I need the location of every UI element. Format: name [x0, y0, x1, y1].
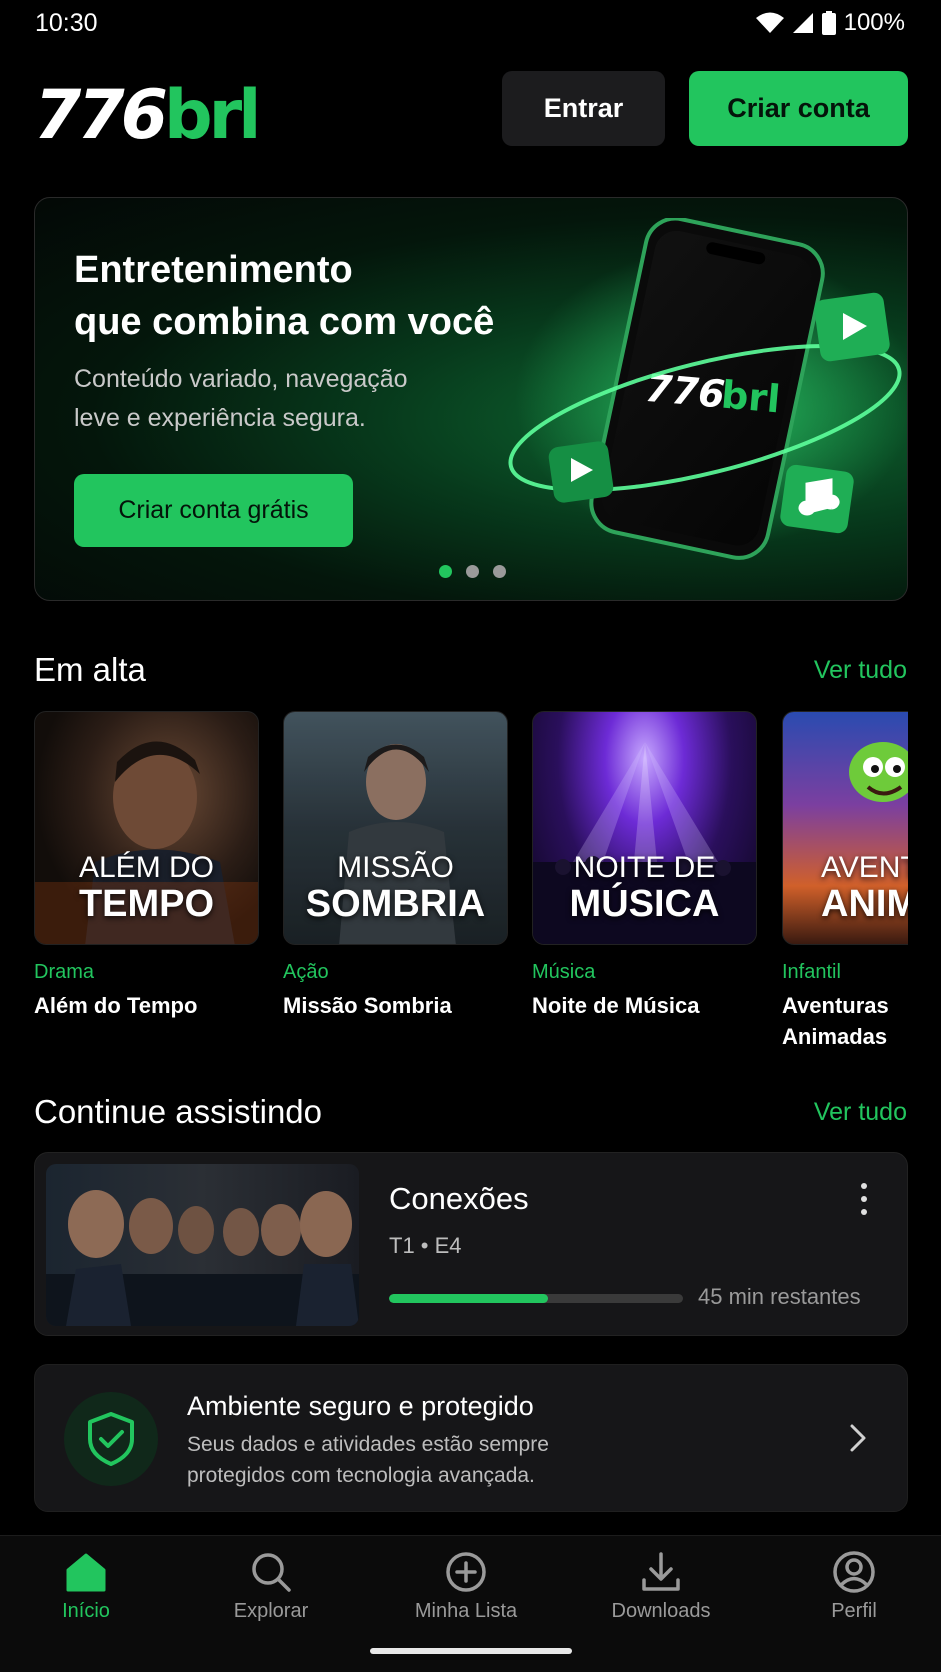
trending-title: Em alta: [34, 651, 146, 688]
trending-card[interactable]: MISSÃO SOMBRIA Ação Missão Sombria: [283, 711, 508, 1021]
battery-percent: 100%: [843, 9, 905, 36]
nav-item-my-list[interactable]: Minha Lista: [391, 1550, 541, 1623]
nav-item-downloads[interactable]: Downloads: [586, 1550, 736, 1623]
watch-progress-bar: [389, 1294, 683, 1303]
carousel-dot[interactable]: [438, 565, 452, 578]
status-time: 10:30: [35, 9, 98, 37]
trending-card[interactable]: ALÉM DO TEMPO Drama Além do Tempo: [34, 711, 259, 1021]
login-button[interactable]: Entrar: [502, 71, 665, 146]
hero-title-line2: que combina com você: [74, 301, 495, 343]
hero-title-line1: Entretenimento: [74, 249, 353, 291]
status-icons: 100%: [755, 9, 905, 37]
hero-subtitle-line2: leve e experiência segura.: [74, 404, 366, 432]
poster-title: ALÉM DO TEMPO: [35, 850, 258, 925]
poster-image: NOITE DE MÚSICA: [532, 711, 757, 945]
home-icon: [66, 1553, 106, 1592]
poster-line1: NOITE DE: [573, 851, 716, 884]
trending-card[interactable]: AVENT ANIM Infantil Aventuras Animadas: [782, 711, 908, 1052]
play-tile-icon: [814, 292, 890, 362]
poster-line1: ALÉM DO: [78, 851, 215, 884]
card-genre: Ação: [283, 961, 329, 983]
security-desc-line1: Seus dados e atividades estão sempre: [187, 1433, 549, 1456]
continue-see-all-link[interactable]: Ver tudo: [814, 1098, 907, 1127]
hero-title: Entretenimento que combina com você: [74, 244, 544, 348]
nav-label: Downloads: [611, 1600, 711, 1622]
card-genre: Música: [532, 961, 596, 983]
episode-title: Conexões: [389, 1181, 529, 1216]
wifi-icon: [755, 12, 784, 33]
download-icon: [642, 1552, 680, 1591]
watch-progress-fill: [389, 1294, 548, 1303]
nav-item-profile[interactable]: Perfil: [779, 1550, 929, 1623]
security-title: Ambiente seguro e protegido: [187, 1391, 534, 1421]
carousel-dot[interactable]: [465, 565, 479, 578]
poster-line2: TEMPO: [78, 883, 215, 925]
trending-carousel[interactable]: ALÉM DO TEMPO Drama Além do Tempo MISSÃO…: [34, 711, 908, 1056]
nav-label: Início: [62, 1600, 110, 1622]
card-genre: Drama: [34, 961, 95, 983]
card-title: Aventuras Animadas: [782, 993, 889, 1049]
continue-title: Continue assistindo: [34, 1093, 323, 1130]
security-banner[interactable]: Ambiente seguro e protegido Seus dados e…: [34, 1364, 908, 1512]
logo-number: 776: [34, 76, 168, 155]
poster-image: MISSÃO SOMBRIA: [283, 711, 508, 945]
phone-logo-suffix: brl: [719, 372, 782, 421]
hero-cta-button[interactable]: Criar conta grátis: [74, 474, 353, 547]
poster-title: NOITE DE MÚSICA: [533, 850, 756, 925]
poster-line1: MISSÃO: [337, 851, 454, 884]
poster-title: MISSÃO SOMBRIA: [284, 850, 507, 925]
battery-icon: [821, 11, 836, 35]
play-tile-small-icon: [548, 441, 614, 503]
poster-title: AVENT ANIM: [821, 850, 908, 925]
shield-check-icon: [64, 1392, 158, 1486]
logo-suffix: brl: [163, 76, 262, 155]
card-title: Noite de Música: [532, 993, 700, 1018]
poster-line2: MÚSICA: [569, 883, 720, 925]
signup-button[interactable]: Criar conta: [689, 71, 908, 146]
profile-icon: [833, 1551, 875, 1593]
chevron-right-icon[interactable]: [849, 1423, 867, 1453]
nav-label: Perfil: [831, 1600, 877, 1622]
nav-item-home[interactable]: Início: [11, 1550, 161, 1623]
poster-image: ALÉM DO TEMPO: [34, 711, 259, 945]
nav-item-explore[interactable]: Explorar: [196, 1550, 346, 1623]
more-options-icon[interactable]: [859, 1183, 869, 1215]
carousel-dots: [35, 565, 907, 578]
hero-subtitle-line1: Conteúdo variado, navegação: [74, 365, 408, 393]
card-title: Missão Sombria: [283, 993, 452, 1018]
episode-number: T1 • E4: [389, 1233, 462, 1258]
card-genre: Infantil: [782, 961, 841, 983]
security-description: Seus dados e atividades estão sempre pro…: [187, 1429, 627, 1491]
status-bar: 10:30 100%: [0, 0, 941, 48]
poster-line1: AVENT: [821, 851, 908, 884]
episode-thumbnail: [46, 1164, 359, 1326]
card-title: Além do Tempo: [34, 993, 198, 1018]
trending-card[interactable]: NOITE DE MÚSICA Música Noite de Música: [532, 711, 757, 1021]
hero-subtitle: Conteúdo variado, navegação leve e exper…: [74, 360, 454, 438]
home-indicator[interactable]: [370, 1648, 572, 1654]
poster-image: AVENT ANIM: [782, 711, 908, 945]
hero-phone-illustration: 776 brl: [508, 218, 907, 560]
plus-circle-icon: [446, 1552, 486, 1592]
search-icon: [252, 1553, 291, 1592]
carousel-dot[interactable]: [492, 565, 506, 578]
hero-banner[interactable]: Entretenimento que combina com você Cont…: [34, 197, 908, 601]
nav-label: Minha Lista: [414, 1600, 518, 1622]
trending-see-all-link[interactable]: Ver tudo: [814, 656, 907, 685]
signal-icon: [792, 13, 813, 33]
nav-label: Explorar: [233, 1600, 309, 1622]
poster-line2: SOMBRIA: [305, 883, 486, 925]
continue-watching-card[interactable]: Conexões T1 • E4 45 min restantes: [34, 1152, 908, 1336]
poster-line2: ANIM: [821, 883, 908, 925]
app-logo[interactable]: 776brl: [34, 76, 262, 156]
time-remaining: 45 min restantes: [698, 1284, 861, 1309]
group-artwork: [46, 1190, 359, 1326]
music-tile-icon: [780, 464, 854, 534]
security-desc-line2: protegidos com tecnologia avançada.: [187, 1464, 535, 1487]
